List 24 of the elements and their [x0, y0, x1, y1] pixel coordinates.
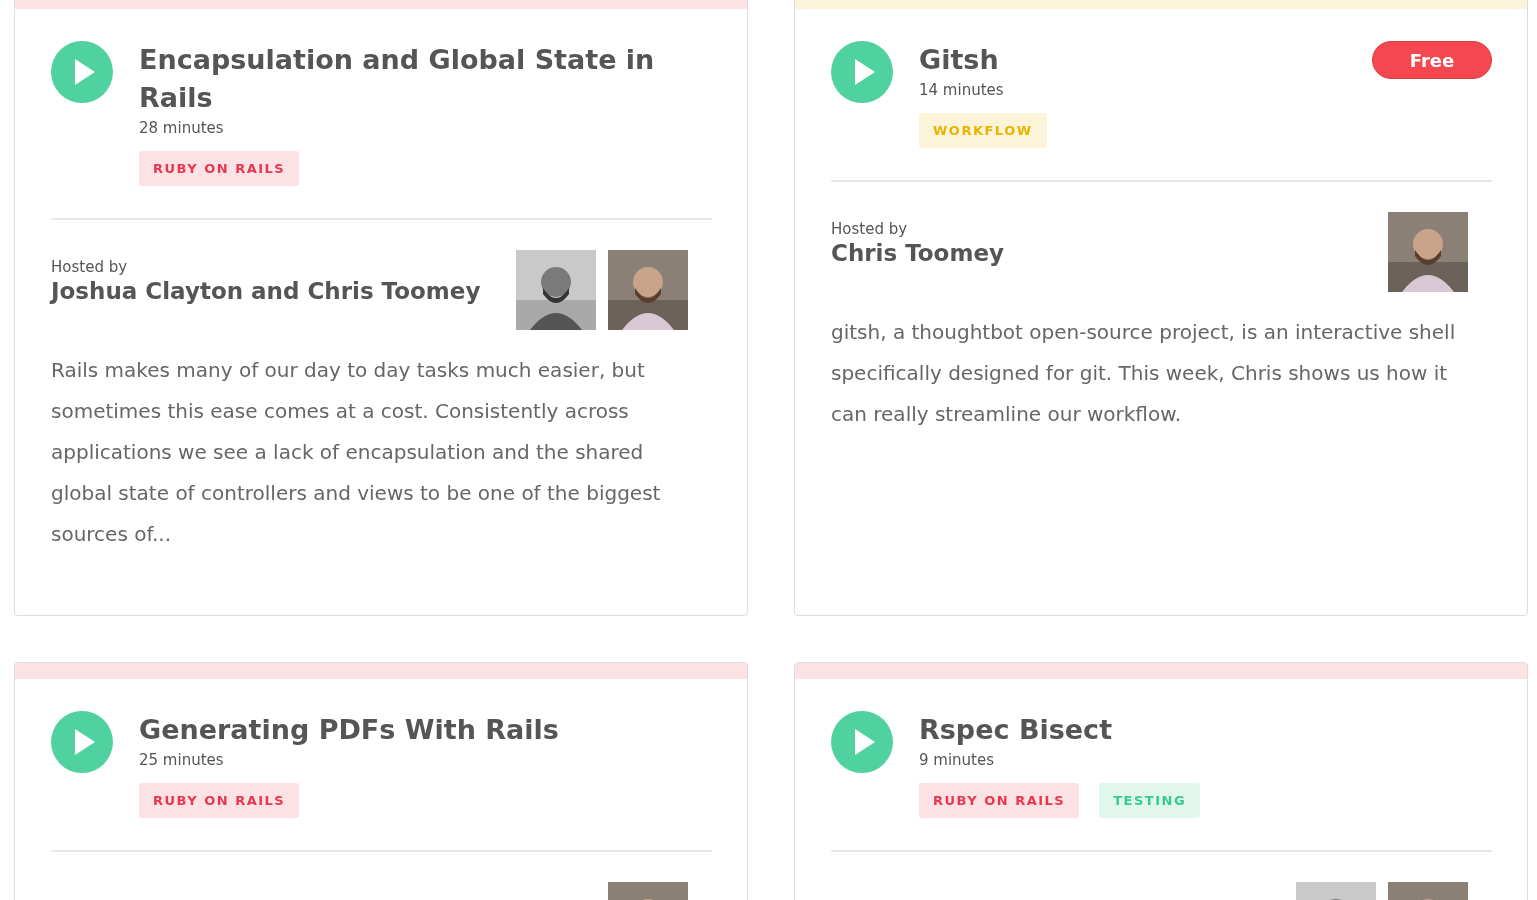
episode-duration: 9 minutes — [919, 751, 996, 769]
topic-tag[interactable]: TESTING — [1099, 783, 1201, 818]
episode-duration: 28 minutes — [139, 119, 225, 137]
episode-title[interactable]: Rspec Bisect — [919, 711, 1492, 749]
episode-title[interactable]: Encapsulation and Global State in Rails — [139, 41, 712, 117]
episode-duration: 14 minutes — [919, 81, 1005, 99]
episode-duration: 25 minutes — [139, 751, 225, 769]
episode-title[interactable]: Gitsh — [919, 41, 1346, 79]
play-icon[interactable] — [51, 711, 113, 773]
host-names: Chris Toomey — [831, 240, 1005, 266]
free-badge: Free — [1372, 41, 1492, 79]
hosted-by-label: Hosted by — [831, 220, 909, 238]
topic-tag[interactable]: RUBY ON RAILS — [919, 783, 1080, 818]
play-icon[interactable] — [831, 41, 893, 103]
hosted-by-label: Hosted by — [51, 258, 129, 276]
play-icon[interactable] — [831, 711, 893, 773]
episode-title[interactable]: Generating PDFs With Rails — [139, 711, 712, 749]
episode-description: Rails makes many of our day to day tasks much easier, but sometimes this ease comes at a cost. Consistently across applications we see a lack of encapsulation and the shared global state of controllers and views to be one of the biggest sources of... — [51, 357, 662, 548]
topic-tag[interactable]: RUBY ON RAILS — [139, 783, 300, 818]
topic-tag[interactable]: RUBY ON RAILS — [139, 151, 300, 186]
host-names: Joshua Clayton and Chris Toomey — [51, 278, 482, 304]
play-icon[interactable] — [51, 41, 113, 103]
episode-description: gitsh, a thoughtbot open-source project, is an interactive shell specifically designed for git. This week, Chris shows us how it can really streamline our workflow. — [831, 319, 1457, 428]
topic-tag[interactable]: WORKFLOW — [919, 113, 1047, 148]
